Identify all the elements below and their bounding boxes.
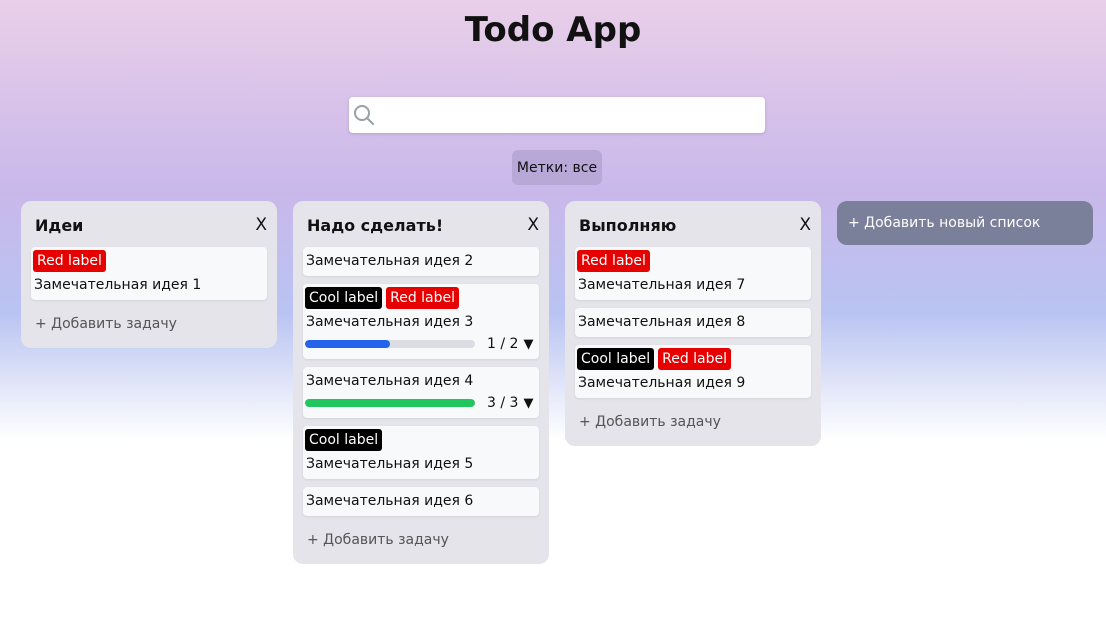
- task-card[interactable]: Red label Замечательная идея 7: [575, 247, 811, 300]
- search-icon: [354, 105, 374, 125]
- list-header: Надо сделать! X: [303, 201, 539, 247]
- search-box[interactable]: [349, 97, 765, 133]
- task-title: Замечательная идея 6: [306, 493, 474, 509]
- list-column: Надо сделать! X Замечательная идея 2 Coo…: [293, 201, 549, 564]
- cool-label-tag[interactable]: Cool label: [305, 287, 383, 309]
- add-task-button[interactable]: + Добавить задачу: [575, 406, 811, 446]
- tag-list: Red label: [33, 250, 265, 272]
- task-card[interactable]: Cool label Red label Замечательная идея …: [303, 284, 539, 359]
- task-title: Замечательная идея 4: [306, 373, 474, 389]
- subtask-progress: 1 / 2 ▼: [305, 333, 537, 355]
- tag-list: Red label: [577, 250, 809, 272]
- expand-triangle-icon[interactable]: ▼: [523, 337, 533, 352]
- red-label-tag[interactable]: Red label: [577, 250, 650, 272]
- list-title[interactable]: Выполняю: [579, 216, 676, 235]
- list-title[interactable]: Надо сделать!: [307, 216, 443, 235]
- cool-label-tag[interactable]: Cool label: [577, 348, 655, 370]
- list-column: Выполняю X Red label Замечательная идея …: [565, 201, 821, 446]
- task-card[interactable]: Замечательная идея 4 3 / 3 ▼: [303, 367, 539, 418]
- tag-list: Cool label Red label: [577, 348, 809, 370]
- add-list-button[interactable]: + Добавить новый список: [837, 201, 1093, 245]
- close-list-button[interactable]: X: [799, 215, 811, 235]
- close-list-button[interactable]: X: [527, 215, 539, 235]
- task-title: Замечательная идея 8: [578, 314, 746, 330]
- red-label-tag[interactable]: Red label: [33, 250, 106, 272]
- task-card[interactable]: Замечательная идея 2: [303, 247, 539, 276]
- task-card[interactable]: Red label Замечательная идея 1: [31, 247, 267, 300]
- list-column: Идеи X Red label Замечательная идея 1 + …: [21, 201, 277, 348]
- progress-track: [305, 399, 475, 407]
- task-title: Замечательная идея 2: [306, 253, 474, 269]
- add-task-button[interactable]: + Добавить задачу: [31, 308, 267, 348]
- search-input[interactable]: [379, 101, 759, 129]
- list-header: Выполняю X: [575, 201, 811, 247]
- close-list-button[interactable]: X: [255, 215, 267, 235]
- subtask-progress: 3 / 3 ▼: [305, 392, 537, 414]
- task-title: Замечательная идея 1: [34, 277, 202, 293]
- progress-track: [305, 340, 475, 348]
- task-card[interactable]: Замечательная идея 8: [575, 308, 811, 337]
- list-title[interactable]: Идеи: [35, 216, 83, 235]
- tag-list: Cool label: [305, 429, 537, 451]
- progress-count: 3 / 3: [487, 395, 519, 411]
- list-header: Идеи X: [31, 201, 267, 247]
- task-card[interactable]: Cool label Red label Замечательная идея …: [575, 345, 811, 398]
- task-title: Замечательная идея 7: [578, 277, 746, 293]
- add-task-button[interactable]: + Добавить задачу: [303, 524, 539, 564]
- progress-fill: [305, 399, 475, 407]
- task-title: Замечательная идея 9: [578, 375, 746, 391]
- app-title: Todo App: [464, 10, 642, 50]
- cool-label-tag[interactable]: Cool label: [305, 429, 383, 451]
- task-card[interactable]: Замечательная идея 6: [303, 487, 539, 516]
- progress-fill: [305, 340, 390, 348]
- labels-filter-button[interactable]: Метки: все: [512, 150, 602, 185]
- red-label-tag[interactable]: Red label: [658, 348, 732, 370]
- tag-list: Cool label Red label: [305, 287, 537, 309]
- progress-count: 1 / 2: [487, 336, 519, 352]
- task-card[interactable]: Cool label Замечательная идея 5: [303, 426, 539, 479]
- red-label-tag[interactable]: Red label: [386, 287, 460, 309]
- task-title: Замечательная идея 3: [306, 314, 474, 330]
- task-title: Замечательная идея 5: [306, 456, 474, 472]
- expand-triangle-icon[interactable]: ▼: [523, 396, 533, 411]
